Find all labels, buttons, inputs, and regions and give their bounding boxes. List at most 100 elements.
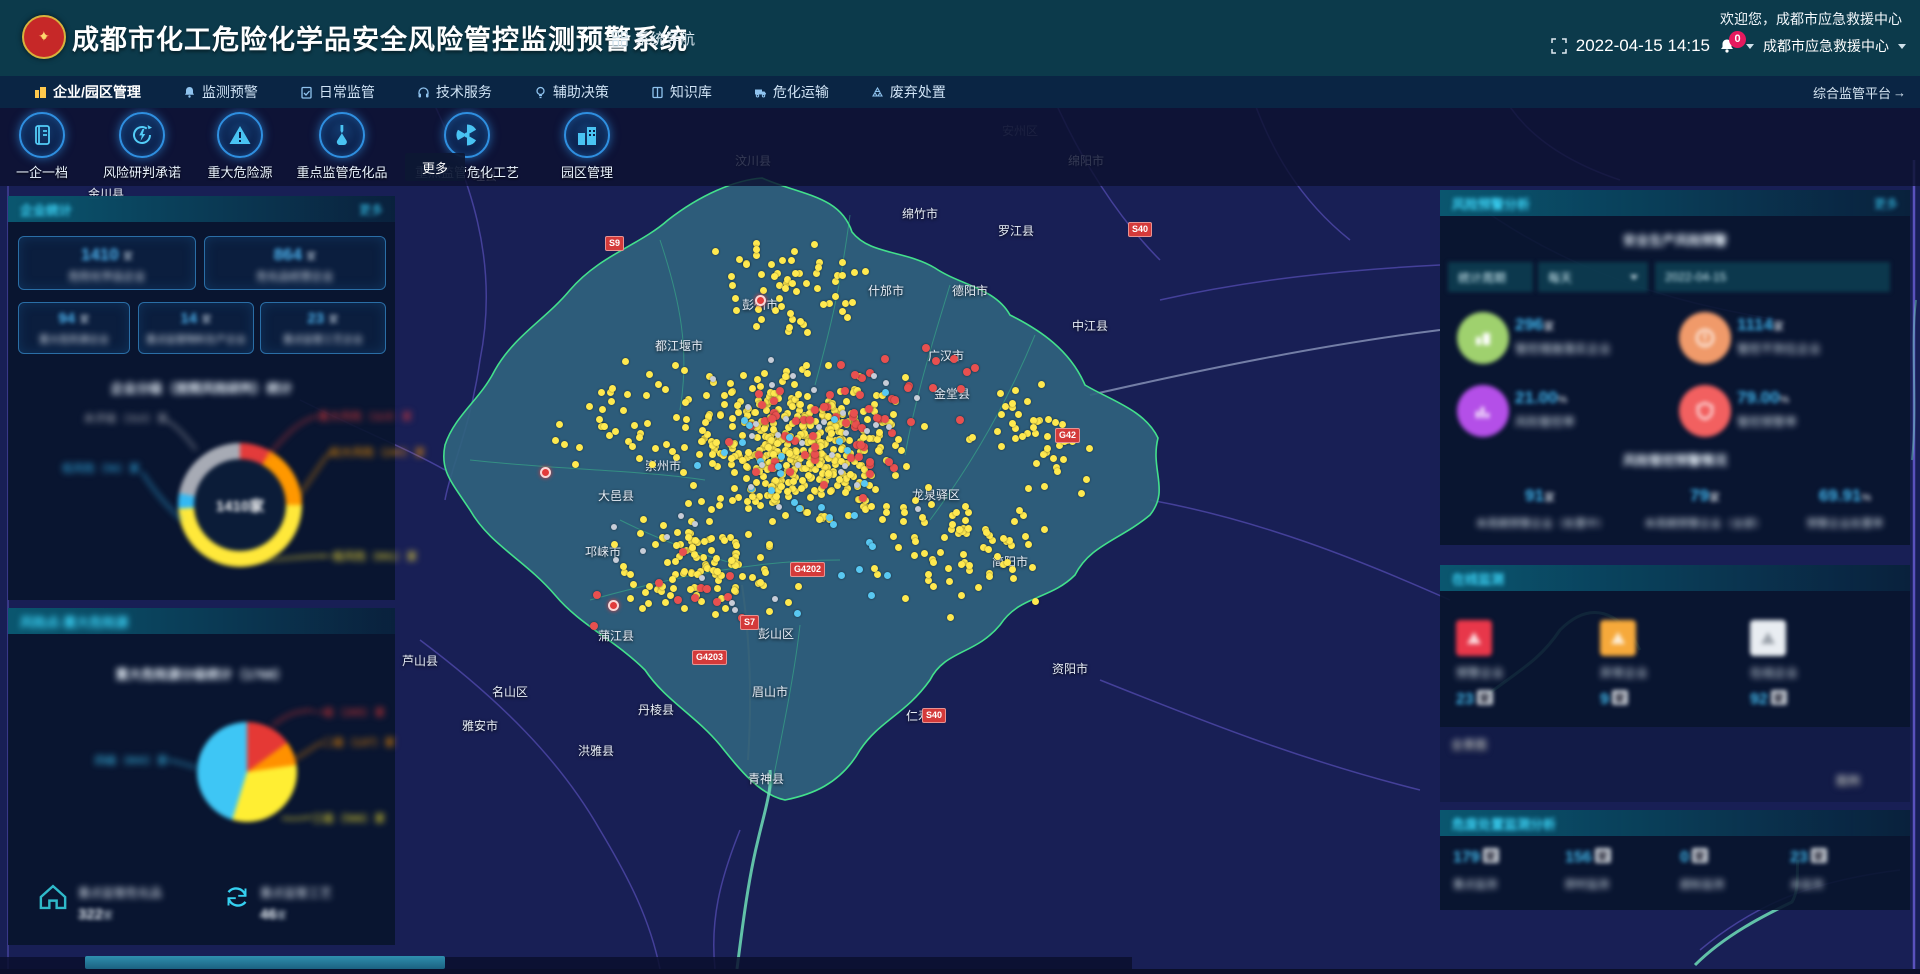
map-marker[interactable] bbox=[714, 585, 721, 592]
map-marker[interactable] bbox=[729, 497, 736, 504]
map-marker[interactable] bbox=[769, 382, 775, 388]
map-marker[interactable] bbox=[601, 423, 608, 430]
map-marker[interactable] bbox=[811, 450, 819, 458]
map-marker[interactable] bbox=[1045, 416, 1052, 423]
map-marker[interactable] bbox=[691, 551, 698, 558]
map-marker[interactable] bbox=[703, 585, 711, 593]
map-marker[interactable] bbox=[784, 488, 791, 495]
map-marker[interactable] bbox=[850, 409, 858, 417]
map-marker[interactable] bbox=[891, 396, 899, 404]
map-marker[interactable] bbox=[682, 424, 689, 431]
map-marker[interactable] bbox=[836, 476, 843, 483]
map-marker[interactable] bbox=[1022, 533, 1029, 540]
map-marker[interactable] bbox=[761, 425, 768, 432]
map-marker[interactable] bbox=[674, 529, 681, 536]
map-marker[interactable] bbox=[997, 390, 1004, 397]
map-marker[interactable] bbox=[813, 270, 820, 277]
map-marker[interactable] bbox=[743, 475, 750, 482]
map-marker[interactable] bbox=[930, 583, 937, 590]
map-marker[interactable] bbox=[975, 584, 982, 591]
map-marker[interactable] bbox=[929, 384, 937, 392]
map-marker[interactable] bbox=[842, 300, 849, 307]
map-marker[interactable] bbox=[729, 415, 736, 422]
map-marker[interactable] bbox=[760, 287, 767, 294]
map-marker[interactable] bbox=[946, 578, 953, 585]
map-marker[interactable] bbox=[900, 518, 907, 525]
map-marker[interactable] bbox=[664, 559, 671, 566]
map-marker[interactable] bbox=[680, 469, 687, 476]
map-marker[interactable] bbox=[795, 391, 802, 398]
map-marker[interactable] bbox=[694, 462, 701, 469]
map-marker[interactable] bbox=[662, 599, 669, 606]
subnav-label[interactable]: 园区管理 bbox=[517, 162, 657, 181]
map-marker[interactable] bbox=[556, 421, 563, 428]
map-marker[interactable] bbox=[807, 494, 814, 501]
map-marker[interactable] bbox=[599, 406, 606, 413]
subnav-label[interactable]: 重点监管危化品 bbox=[272, 162, 412, 181]
stat-box-operating[interactable]: 864 家 危化品经营企业 bbox=[204, 236, 386, 290]
map-marker[interactable] bbox=[777, 470, 784, 477]
nav-item-monitor-warning[interactable]: 监测预警 bbox=[183, 82, 258, 102]
map-marker[interactable] bbox=[811, 443, 819, 451]
map-marker[interactable] bbox=[608, 398, 615, 405]
map-marker[interactable] bbox=[930, 559, 937, 566]
map-marker[interactable] bbox=[882, 389, 889, 396]
warning-panel-more-link[interactable]: 更多 bbox=[1874, 195, 1898, 212]
map-marker[interactable] bbox=[836, 438, 843, 445]
map-marker[interactable] bbox=[789, 403, 796, 410]
fullscreen-icon[interactable] bbox=[1551, 38, 1567, 54]
map-marker[interactable] bbox=[963, 368, 971, 376]
map-marker[interactable] bbox=[851, 269, 858, 276]
map-marker[interactable] bbox=[969, 434, 976, 441]
map-marker[interactable] bbox=[761, 370, 768, 377]
map-marker[interactable] bbox=[1009, 420, 1016, 427]
map-marker[interactable] bbox=[1011, 518, 1018, 525]
map-marker[interactable] bbox=[825, 470, 832, 477]
map-marker[interactable] bbox=[839, 308, 846, 315]
map-marker[interactable] bbox=[771, 273, 778, 280]
map-marker[interactable] bbox=[708, 506, 715, 513]
map-marker[interactable] bbox=[673, 414, 680, 421]
map-marker[interactable] bbox=[842, 463, 848, 469]
map-marker[interactable] bbox=[844, 447, 851, 454]
user-menu[interactable]: 成都市应急救援中心 bbox=[1763, 36, 1889, 56]
map-marker[interactable] bbox=[768, 261, 775, 268]
map-marker[interactable] bbox=[998, 411, 1005, 418]
map-marker[interactable] bbox=[637, 530, 644, 537]
map-marker[interactable] bbox=[811, 387, 817, 393]
map-marker[interactable] bbox=[728, 557, 735, 564]
map-marker[interactable] bbox=[983, 529, 990, 536]
map-marker[interactable] bbox=[669, 448, 676, 455]
map-marker[interactable] bbox=[1015, 411, 1022, 418]
map-marker[interactable] bbox=[857, 441, 865, 449]
map-marker[interactable] bbox=[685, 500, 692, 507]
map-marker[interactable] bbox=[776, 295, 783, 302]
map-more-button[interactable]: 更多 bbox=[405, 153, 465, 181]
map-marker[interactable] bbox=[758, 401, 766, 409]
map-marker[interactable] bbox=[691, 594, 699, 602]
map-marker[interactable] bbox=[728, 455, 735, 462]
subnav-item-yuanquguanli[interactable] bbox=[564, 112, 610, 158]
map-marker[interactable] bbox=[875, 447, 882, 454]
map-marker[interactable] bbox=[791, 248, 798, 255]
map-marker[interactable] bbox=[842, 489, 849, 496]
map-marker[interactable] bbox=[919, 514, 926, 521]
map-marker[interactable] bbox=[866, 458, 874, 466]
map-marker[interactable] bbox=[699, 427, 706, 434]
map-marker[interactable] bbox=[925, 484, 932, 491]
subnav-item-weihuapin[interactable] bbox=[319, 112, 365, 158]
map-marker[interactable] bbox=[898, 447, 905, 454]
map-marker[interactable] bbox=[757, 579, 764, 586]
map-marker[interactable] bbox=[598, 389, 605, 396]
map-marker[interactable] bbox=[749, 433, 755, 439]
map-marker[interactable] bbox=[669, 576, 676, 583]
map-marker[interactable] bbox=[698, 438, 705, 445]
map-marker[interactable] bbox=[673, 542, 680, 549]
map-marker[interactable] bbox=[622, 358, 629, 365]
map-marker[interactable] bbox=[786, 450, 793, 457]
map-marker[interactable] bbox=[734, 402, 741, 409]
map-marker[interactable] bbox=[881, 355, 889, 363]
map-marker[interactable] bbox=[811, 241, 818, 248]
map-marker[interactable] bbox=[703, 392, 710, 399]
map-marker[interactable] bbox=[816, 516, 823, 523]
